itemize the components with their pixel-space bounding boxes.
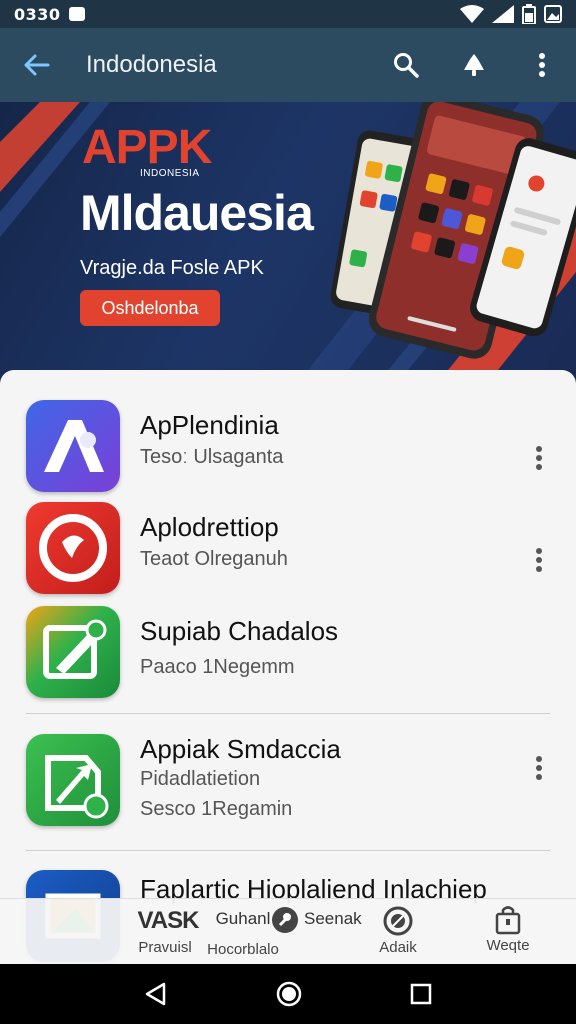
list-item[interactable]: Aplodrettiop Teaot Olreganuh xyxy=(0,502,576,602)
home-circle-icon[interactable] xyxy=(275,980,303,1008)
brand-logo-subtext: INDONESIA xyxy=(140,168,200,179)
list-item[interactable]: Appiak Smdaccia Pidadlatietion Sesco 1Re… xyxy=(0,734,576,834)
app-list: ApPlendinia Tesoː Ulsaganta Aplodrettiop… xyxy=(0,370,576,964)
bottom-nav: VASK Pravuisl Guhanl Hocorblalo Seenak A… xyxy=(0,898,576,964)
more-vert-button[interactable] xyxy=(524,540,554,580)
app-meta: Paaco 1Negemm xyxy=(140,656,295,678)
brand-logo: APPK xyxy=(82,120,212,175)
app-name: ApPlendinia xyxy=(140,410,279,440)
banner-title: Mldauesia xyxy=(80,185,314,241)
back-button[interactable] xyxy=(0,28,72,102)
app-meta: Pidadlatietion xyxy=(140,768,261,790)
app-meta-secondary: Sesco 1Regamin xyxy=(140,798,293,820)
back-triangle-icon[interactable] xyxy=(143,981,169,1007)
page-title: Indodonesia xyxy=(86,51,217,78)
list-item[interactable]: Supiab Chadalos Paaco 1Negemm xyxy=(0,606,576,706)
system-nav-bar xyxy=(0,964,576,1024)
more-vert-icon xyxy=(536,756,542,780)
nav-label: Hocorblalo xyxy=(207,941,279,958)
status-time: 0330 xyxy=(14,4,61,24)
status-bar: 0330 xyxy=(0,0,576,28)
divider xyxy=(26,713,550,714)
nav-item-apk[interactable]: VASK Pravuisl xyxy=(130,899,200,965)
battery-icon xyxy=(522,4,536,24)
list-item[interactable]: ApPlendinia Tesoː Ulsaganta xyxy=(0,400,576,500)
letter-a-app-icon xyxy=(26,400,120,492)
more-vert-button[interactable] xyxy=(524,748,554,788)
green-arrow-app-icon xyxy=(26,734,120,826)
more-vert-icon xyxy=(536,446,542,470)
app-name: Appiak Smdaccia xyxy=(140,734,341,764)
wifi-icon xyxy=(460,5,484,23)
nav-label: Pravuisl xyxy=(138,939,192,956)
status-icons xyxy=(460,4,562,24)
notification-bell-icon xyxy=(464,54,484,76)
category-icon: Guhanl xyxy=(215,909,271,928)
notification-icon xyxy=(68,7,85,21)
app-meta: Tesoː Ulsaganta xyxy=(140,446,284,468)
divider xyxy=(26,850,550,851)
nav-label: Weqte xyxy=(486,937,530,954)
more-vert-icon xyxy=(539,53,545,77)
search-button[interactable] xyxy=(372,28,440,102)
nav-item-settings[interactable]: Adaik xyxy=(372,899,424,965)
more-options-button[interactable] xyxy=(508,28,576,102)
app-name: Supiab Chadalos xyxy=(140,616,339,646)
search-icon xyxy=(394,53,419,78)
green-pen-app-icon xyxy=(26,606,120,698)
settings-icon xyxy=(383,906,413,936)
nav-top-label: Seenak xyxy=(304,909,362,928)
brand-logo-text: APPK xyxy=(82,121,212,174)
red-circle-app-icon xyxy=(26,502,120,594)
banner-description: Vragje.da Fosle APK xyxy=(80,257,264,279)
app-bar: Indodonesia xyxy=(0,28,576,102)
more-vert-icon xyxy=(536,548,542,572)
recents-square-icon[interactable] xyxy=(409,982,433,1006)
phones-illustration xyxy=(330,102,576,359)
back-arrow-icon xyxy=(24,54,50,76)
notification-button[interactable] xyxy=(440,28,508,102)
nav-item-search[interactable]: Seenak xyxy=(270,899,370,965)
bag-icon xyxy=(495,906,521,935)
app-name: Aplodrettiop xyxy=(140,512,279,542)
banner-button[interactable]: Oshdelonba xyxy=(80,290,220,326)
search-circle-icon xyxy=(272,907,298,933)
app-meta: Teaot Olreganuh xyxy=(140,548,288,570)
nav-label: Adaik xyxy=(379,939,417,956)
nav-item-category[interactable]: Guhanl Hocorblalo xyxy=(206,899,280,965)
promo-banner[interactable]: APPK INDONESIA Mldauesia Vragje.da Fosle… xyxy=(0,102,576,380)
nav-item-bag[interactable]: Weqte xyxy=(480,899,536,965)
gallery-icon xyxy=(544,5,562,23)
apk-icon: VASK xyxy=(137,907,200,934)
more-vert-button[interactable] xyxy=(524,438,554,478)
signal-icon xyxy=(492,5,514,23)
